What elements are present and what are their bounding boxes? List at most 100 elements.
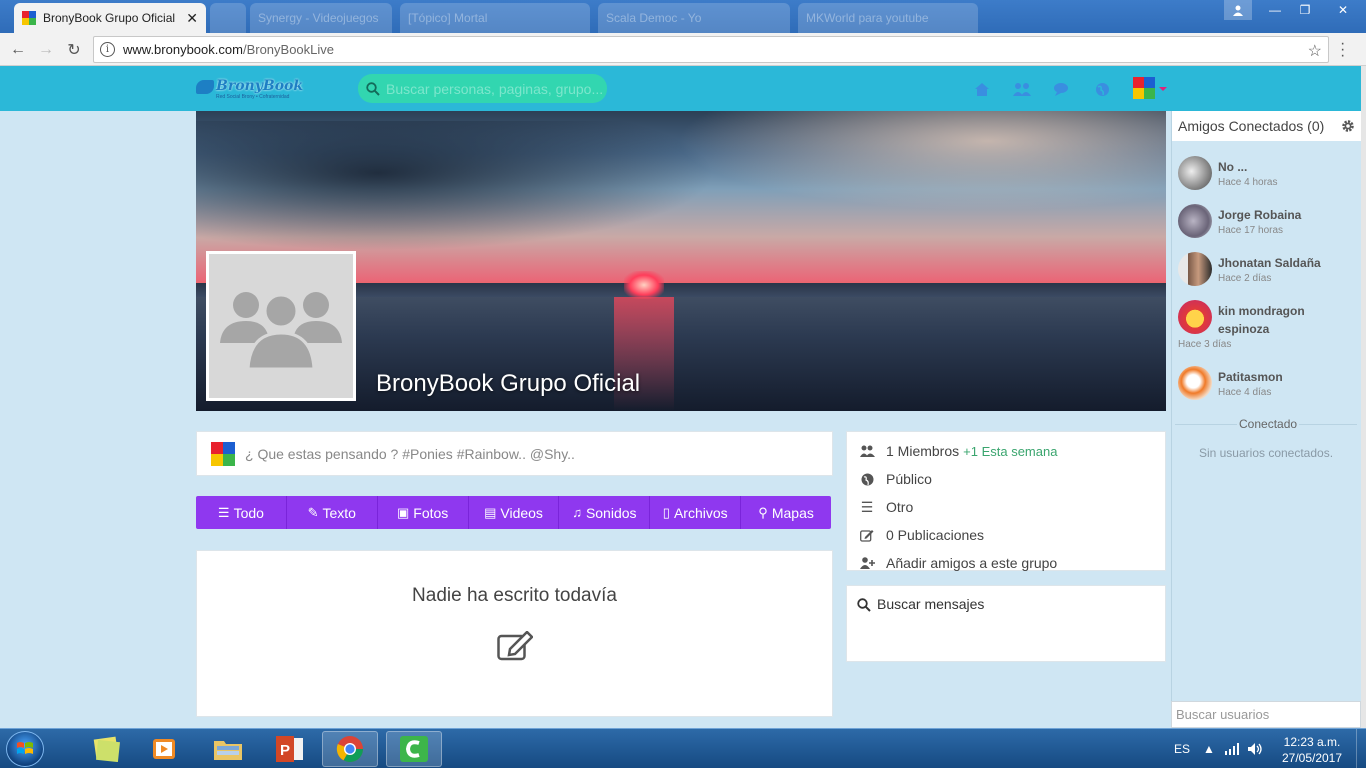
edit-icon[interactable] <box>497 631 533 661</box>
post-composer[interactable] <box>196 431 833 476</box>
members-count: 1 Miembros <box>886 443 960 459</box>
post-filter-bar: ☰ Todo ✎ Texto ▣ Fotos ▤ Videos ♫ Sonidos ▯ Ar… <box>196 496 831 529</box>
camtasia-icon[interactable] <box>386 731 442 767</box>
tab-synergy[interactable]: Synergy - Videojuegos <box>250 3 392 33</box>
image-icon: ▣ <box>396 504 410 520</box>
friend-last-seen: Hace 3 días <box>1178 339 1232 350</box>
bronybook-favicon-icon <box>22 11 36 25</box>
tab-label: BronyBook Grupo Oficial <box>43 11 176 25</box>
bronybook-logo[interactable]: BronyBook Red Social Brony • Cofraternid… <box>196 78 314 100</box>
globe-icon[interactable] <box>1093 80 1111 98</box>
filter-videos[interactable]: ▤ Videos <box>469 496 560 529</box>
edit-icon <box>859 529 875 542</box>
group-title: BronyBook Grupo Oficial <box>376 370 641 397</box>
filter-texto[interactable]: ✎ Texto <box>287 496 378 529</box>
back-arrow-icon[interactable]: ← <box>7 39 29 61</box>
site-search-input[interactable] <box>386 80 606 97</box>
system-clock[interactable]: 12:23 a.m. 27/05/2017 <box>1272 734 1352 766</box>
search-messages-box[interactable]: Buscar mensajes <box>846 585 1166 662</box>
sun-icon <box>624 271 664 299</box>
bookmark-star-icon[interactable]: ☆ <box>1308 41 1322 61</box>
members-row[interactable]: 1 Miembros +1 Esta semana <box>847 437 1165 465</box>
group-info-panel: 1 Miembros +1 Esta semana Público ☰ Otro… <box>846 431 1166 571</box>
filter-archivos[interactable]: ▯ Archivos <box>650 496 742 529</box>
music-icon: ♫ <box>572 505 582 520</box>
film-icon: ▤ <box>484 504 497 520</box>
search-icon <box>857 598 871 612</box>
messages-icon[interactable] <box>1053 80 1071 98</box>
list-icon: ☰ <box>217 504 230 520</box>
chrome-icon[interactable] <box>322 731 378 767</box>
members-week: +1 Esta semana <box>963 443 1058 459</box>
start-button[interactable] <box>6 731 44 767</box>
friends-icon[interactable] <box>1013 80 1031 98</box>
filter-todo[interactable]: ☰ Todo <box>196 496 287 529</box>
user-search-box <box>1171 701 1361 728</box>
page-scrollbar[interactable] <box>1361 66 1366 728</box>
chrome-menu-icon[interactable]: · · · <box>1340 36 1345 64</box>
friend-item[interactable]: kin mondragon espinoza Hace 3 días <box>1178 300 1360 356</box>
clock-time: 12:23 a.m. <box>1283 735 1341 749</box>
address-bar[interactable]: i www.bronybook.com/BronyBookLive ☆ <box>93 36 1329 63</box>
file-explorer-icon[interactable] <box>200 731 256 767</box>
sticky-notes-icon[interactable] <box>78 731 134 767</box>
svg-text:P: P <box>280 742 290 759</box>
home-icon[interactable] <box>973 80 991 98</box>
language-indicator[interactable]: ES <box>1174 729 1190 768</box>
tab-label: Synergy - Videojuegos <box>258 11 379 25</box>
clock-date: 27/05/2017 <box>1281 751 1343 765</box>
gear-icon[interactable] <box>1341 119 1355 133</box>
filter-label: Archivos <box>673 504 728 521</box>
posts-count: 0 Publicaciones <box>886 527 985 543</box>
tab-scala[interactable]: Scala Democ - Yo <box>598 3 790 33</box>
avatar <box>1178 366 1212 400</box>
empty-feed-message: Nadie ha escrito todavía <box>412 585 617 606</box>
tab-mkworld[interactable]: MKWorld para youtube <box>798 3 978 33</box>
logo-mark-icon <box>196 80 214 94</box>
add-friends-link: Añadir amigos a este grupo <box>886 555 1058 571</box>
tab-bronybook[interactable]: BronyBook Grupo Oficial ✕ <box>14 3 206 33</box>
powerpoint-icon[interactable]: P <box>262 731 318 767</box>
filter-mapas[interactable]: ⚲ Mapas <box>741 496 831 529</box>
friend-item[interactable]: No ... Hace 4 horas <box>1178 156 1360 196</box>
privacy-row: Público <box>847 465 1165 493</box>
maximize-icon[interactable]: ❐ <box>1290 0 1320 20</box>
friend-name: Patitasmon <box>1218 370 1283 384</box>
network-icon[interactable] <box>1224 729 1240 768</box>
group-profile-picture[interactable] <box>206 251 356 401</box>
reload-icon[interactable]: ↻ <box>63 39 85 61</box>
user-avatar-menu[interactable] <box>1133 77 1167 104</box>
friend-item[interactable]: Jorge Robaina Hace 17 horas <box>1178 204 1360 244</box>
window-close-icon[interactable]: ✕ <box>1320 0 1366 20</box>
site-search[interactable] <box>358 74 607 103</box>
friend-last-seen: Hace 4 días <box>1218 387 1272 398</box>
tray-expand-icon[interactable]: ▲ <box>1203 729 1215 768</box>
add-friends-row[interactable]: Añadir amigos a este grupo <box>847 549 1165 577</box>
windows-logo-icon <box>17 742 33 754</box>
volume-icon[interactable] <box>1247 729 1263 768</box>
forward-arrow-icon[interactable]: → <box>35 39 57 61</box>
pencil-icon: ✎ <box>307 504 319 520</box>
chrome-user-icon[interactable] <box>1224 0 1252 20</box>
user-search-input[interactable] <box>1176 707 1356 722</box>
show-desktop-button[interactable] <box>1356 729 1366 768</box>
tab-topico[interactable]: [Tópico] Mortal <box>400 3 590 33</box>
friend-item[interactable]: Jhonatan Saldaña Hace 2 días <box>1178 252 1360 292</box>
friend-last-seen: Hace 4 horas <box>1218 177 1278 188</box>
file-icon: ▯ <box>662 504 670 520</box>
media-player-icon[interactable] <box>136 731 192 767</box>
no-connected-users: Sin usuarios conectados. <box>1198 446 1334 460</box>
composer-input[interactable] <box>245 445 805 462</box>
tab-label: Scala Democ - Yo <box>606 11 702 25</box>
info-icon[interactable]: i <box>100 42 115 57</box>
sidebar-header: Amigos Conectados (0) <box>1172 111 1361 141</box>
tab-close-icon[interactable]: ✕ <box>186 10 198 27</box>
users-icon <box>859 445 875 457</box>
filter-fotos[interactable]: ▣ Fotos <box>378 496 469 529</box>
minimize-icon[interactable]: — <box>1260 0 1290 20</box>
tab-new[interactable] <box>210 3 246 33</box>
friend-name: Jorge Robaina <box>1218 208 1302 222</box>
globe-icon <box>859 473 875 486</box>
filter-sonidos[interactable]: ♫ Sonidos <box>559 496 651 529</box>
friend-item[interactable]: Patitasmon Hace 4 días <box>1178 366 1360 406</box>
